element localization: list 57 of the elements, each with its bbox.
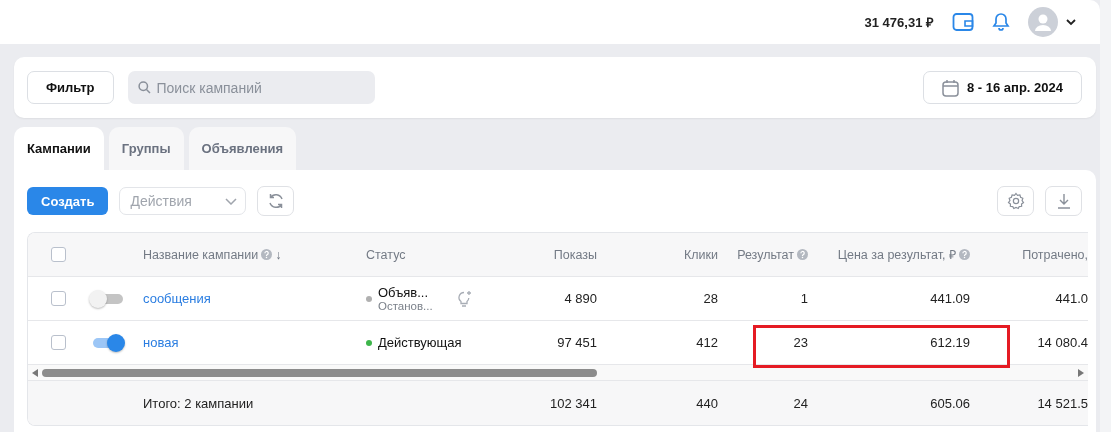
sort-arrow[interactable]: ↓ — [275, 247, 282, 262]
table-cell-text: 441.0 — [1054, 291, 1088, 306]
right-arrow-icon[interactable] — [1078, 368, 1084, 377]
total-cell-text: 14 521.5 — [1036, 395, 1088, 411]
column-header[interactable]: Статус — [366, 247, 480, 262]
column-header[interactable]: Потрачено, — [978, 247, 1088, 262]
refresh-button[interactable] — [257, 186, 295, 216]
total-cell-text: 605.06 — [929, 395, 971, 411]
tab[interactable]: Объявления — [188, 127, 297, 170]
table-cell-text: 1 — [799, 291, 809, 306]
chevron-down-icon[interactable] — [1066, 18, 1076, 26]
total-label: Итого: 2 кампании — [143, 395, 255, 411]
bell-icon[interactable] — [992, 12, 1010, 32]
campaign-link[interactable]: сообщения — [143, 291, 211, 306]
create-button[interactable]: Создать — [27, 187, 109, 215]
column-header[interactable]: Клики — [605, 247, 726, 262]
table-cell-text: 412 — [695, 335, 719, 350]
total-cell-text: 440 — [695, 395, 719, 411]
left-arrow-icon[interactable] — [32, 368, 38, 377]
checkbox[interactable] — [51, 247, 66, 262]
filter-button[interactable]: Фильтр — [27, 71, 114, 104]
campaign-link[interactable]: новая — [143, 335, 179, 350]
chevron-down-icon — [225, 197, 238, 205]
lightbulb-icon[interactable] — [456, 289, 473, 308]
settings-button[interactable] — [997, 186, 1034, 216]
search-icon — [137, 81, 151, 94]
download-icon — [1055, 193, 1072, 209]
table-cell-text: 441.09 — [929, 291, 971, 306]
table-cell-text: 612.19 — [929, 335, 971, 350]
table-cell-text: 4 890 — [563, 291, 598, 306]
balance: 31 476,31 ₽ — [864, 14, 934, 31]
actions-dropdown[interactable]: Действия — [119, 187, 247, 215]
wallet-icon[interactable] — [952, 12, 974, 32]
checkbox[interactable] — [51, 291, 66, 306]
calendar-icon — [941, 78, 959, 97]
tab[interactable]: Группы — [108, 127, 184, 170]
checkbox[interactable] — [51, 335, 66, 350]
column-header[interactable]: Показы — [480, 247, 605, 262]
download-button[interactable] — [1045, 186, 1082, 216]
column-header[interactable]: Название кампании ↓ — [143, 247, 366, 262]
tab[interactable]: Кампании — [14, 127, 104, 170]
table-cell-text: 23 — [792, 335, 809, 350]
total-cell-text: 24 — [792, 395, 809, 411]
total-cell-text: 102 341 — [549, 395, 598, 411]
status-note: Останов... — [378, 300, 433, 312]
status-text: Действующая — [378, 335, 462, 350]
horizontal-scrollbar[interactable] — [28, 365, 1088, 380]
table-cell-text: 97 451 — [556, 335, 598, 350]
settings-icon — [1006, 192, 1025, 210]
avatar[interactable] — [1028, 7, 1058, 37]
refresh-icon — [266, 192, 285, 210]
table-cell-text: 28 — [702, 291, 719, 306]
date-range-button[interactable]: 8 - 16 апр. 2024 — [922, 71, 1082, 104]
status-text: Объяв... — [378, 285, 430, 300]
table-cell-text: 14 080.4 — [1036, 335, 1088, 350]
column-header[interactable]: Результат — [726, 247, 816, 262]
column-header[interactable]: Цена за результат, ₽ — [816, 246, 978, 263]
